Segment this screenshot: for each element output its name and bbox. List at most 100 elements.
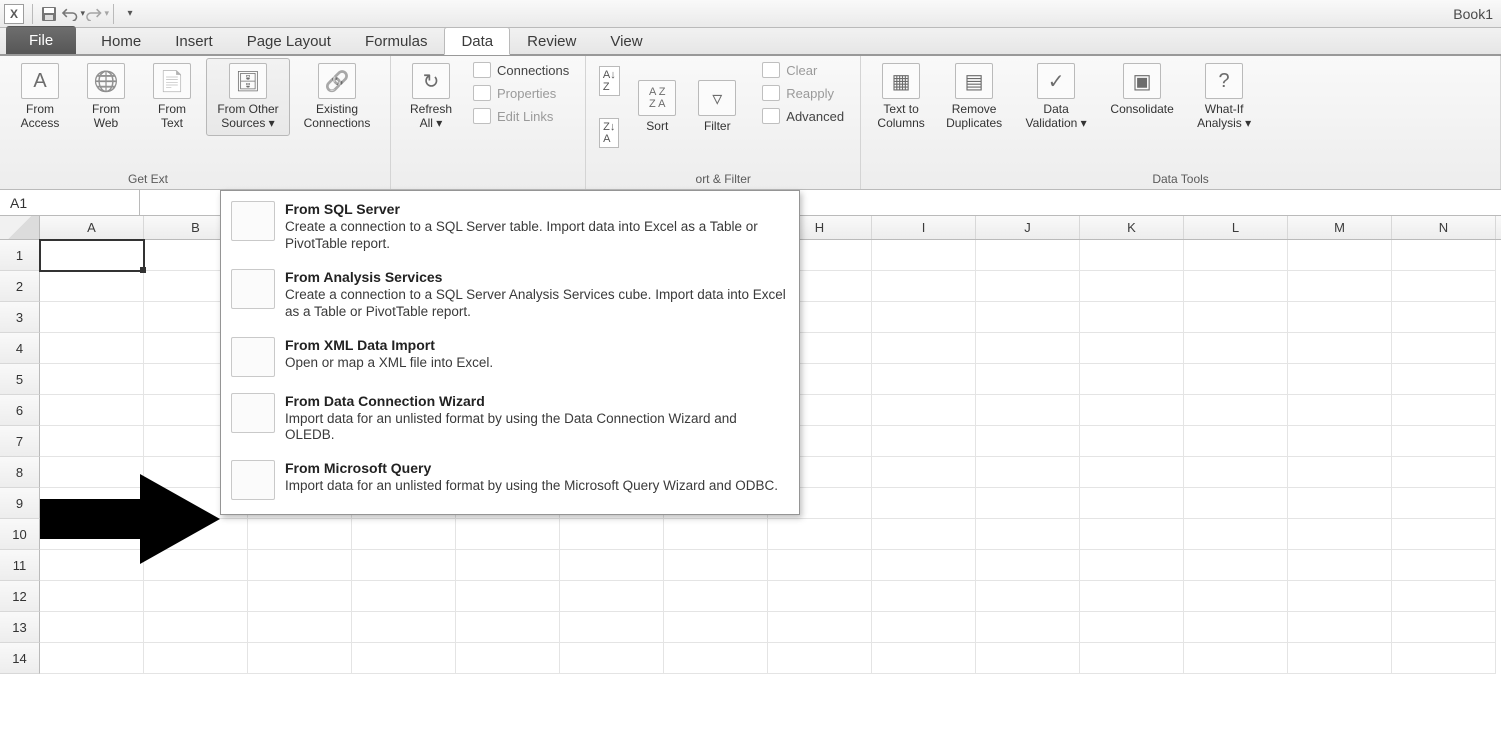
menu-item-microsoft-query[interactable]: From Microsoft Query Import data for an … (223, 454, 797, 510)
row-header[interactable]: 4 (0, 333, 40, 364)
cell[interactable] (1392, 333, 1496, 364)
cell[interactable] (40, 271, 144, 302)
cell[interactable] (40, 240, 144, 271)
cell[interactable] (872, 333, 976, 364)
cell[interactable] (352, 643, 456, 674)
cell[interactable] (1080, 240, 1184, 271)
tab-page-layout[interactable]: Page Layout (230, 27, 348, 54)
cell[interactable] (248, 581, 352, 612)
col-header-L[interactable]: L (1184, 216, 1288, 239)
cell[interactable] (664, 643, 768, 674)
row-header[interactable]: 8 (0, 457, 40, 488)
cell[interactable] (768, 519, 872, 550)
remove-duplicates-button[interactable]: ▤ RemoveDuplicates (935, 58, 1013, 136)
connections-button[interactable]: Connections (469, 60, 573, 80)
menu-item-analysis-services[interactable]: From Analysis Services Create a connecti… (223, 263, 797, 331)
cell[interactable] (1184, 612, 1288, 643)
cell[interactable] (664, 612, 768, 643)
tab-review[interactable]: Review (510, 27, 593, 54)
cell[interactable] (1288, 519, 1392, 550)
cell[interactable] (1392, 302, 1496, 333)
cell[interactable] (456, 612, 560, 643)
cell[interactable] (1080, 426, 1184, 457)
cell[interactable] (1184, 519, 1288, 550)
cell[interactable] (1288, 643, 1392, 674)
cell[interactable] (872, 426, 976, 457)
properties-button[interactable]: Properties (469, 83, 573, 103)
cell[interactable] (40, 333, 144, 364)
cell[interactable] (976, 581, 1080, 612)
filter-button[interactable]: ▿ Filter (690, 75, 744, 139)
cell[interactable] (456, 519, 560, 550)
tab-formulas[interactable]: Formulas (348, 27, 445, 54)
row-header[interactable]: 1 (0, 240, 40, 271)
undo-button[interactable]: ▾ (61, 3, 85, 25)
cell[interactable] (456, 581, 560, 612)
text-to-columns-button[interactable]: ▦ Text toColumns (869, 58, 933, 136)
cell[interactable] (1184, 364, 1288, 395)
cell[interactable] (1080, 364, 1184, 395)
cell[interactable] (872, 395, 976, 426)
from-other-sources-button[interactable]: 🗄 From OtherSources ▾ (206, 58, 290, 136)
tab-file[interactable]: File (6, 26, 76, 54)
cell[interactable] (1080, 519, 1184, 550)
advanced-filter-button[interactable]: Advanced (758, 106, 848, 126)
clear-filter-button[interactable]: Clear (758, 60, 848, 80)
cell[interactable] (976, 271, 1080, 302)
cell[interactable] (872, 271, 976, 302)
cell[interactable] (872, 612, 976, 643)
cell[interactable] (1392, 488, 1496, 519)
cell[interactable] (1184, 333, 1288, 364)
menu-item-data-connection-wizard[interactable]: From Data Connection Wizard Import data … (223, 387, 797, 455)
cell[interactable] (768, 581, 872, 612)
edit-links-button[interactable]: Edit Links (469, 106, 573, 126)
what-if-analysis-button[interactable]: ? What-IfAnalysis ▾ (1187, 58, 1261, 136)
cell[interactable] (1080, 333, 1184, 364)
cell[interactable] (40, 643, 144, 674)
cell[interactable] (248, 519, 352, 550)
save-button[interactable] (37, 3, 61, 25)
cell[interactable] (1392, 364, 1496, 395)
cell[interactable] (352, 612, 456, 643)
cell[interactable] (40, 581, 144, 612)
cell[interactable] (1288, 612, 1392, 643)
col-header-A[interactable]: A (40, 216, 144, 239)
reapply-button[interactable]: Reapply (758, 83, 848, 103)
col-header-I[interactable]: I (872, 216, 976, 239)
col-header-J[interactable]: J (976, 216, 1080, 239)
row-header[interactable]: 6 (0, 395, 40, 426)
cell[interactable] (1080, 271, 1184, 302)
cell[interactable] (872, 240, 976, 271)
cell[interactable] (144, 643, 248, 674)
cell[interactable] (768, 550, 872, 581)
cell[interactable] (560, 643, 664, 674)
cell[interactable] (560, 550, 664, 581)
cell[interactable] (1392, 519, 1496, 550)
cell[interactable] (1184, 550, 1288, 581)
cell[interactable] (976, 333, 1080, 364)
row-header[interactable]: 7 (0, 426, 40, 457)
row-header[interactable]: 11 (0, 550, 40, 581)
cell[interactable] (1288, 581, 1392, 612)
cell[interactable] (1392, 457, 1496, 488)
cell[interactable] (144, 581, 248, 612)
cell[interactable] (872, 364, 976, 395)
cell[interactable] (40, 364, 144, 395)
cell[interactable] (1184, 426, 1288, 457)
redo-button[interactable]: ▾ (85, 3, 109, 25)
tab-view[interactable]: View (593, 27, 659, 54)
cell[interactable] (1288, 240, 1392, 271)
cell[interactable] (352, 550, 456, 581)
cell[interactable] (1288, 333, 1392, 364)
row-header[interactable]: 12 (0, 581, 40, 612)
sort-desc-button[interactable]: Z↓A (594, 110, 624, 156)
from-web-button[interactable]: 🌐 FromWeb (74, 58, 138, 136)
cell[interactable] (40, 302, 144, 333)
cell[interactable] (1184, 395, 1288, 426)
cell[interactable] (976, 457, 1080, 488)
from-text-button[interactable]: 📄 FromText (140, 58, 204, 136)
row-header[interactable]: 10 (0, 519, 40, 550)
cell[interactable] (1288, 426, 1392, 457)
cell[interactable] (1080, 612, 1184, 643)
cell[interactable] (1184, 240, 1288, 271)
